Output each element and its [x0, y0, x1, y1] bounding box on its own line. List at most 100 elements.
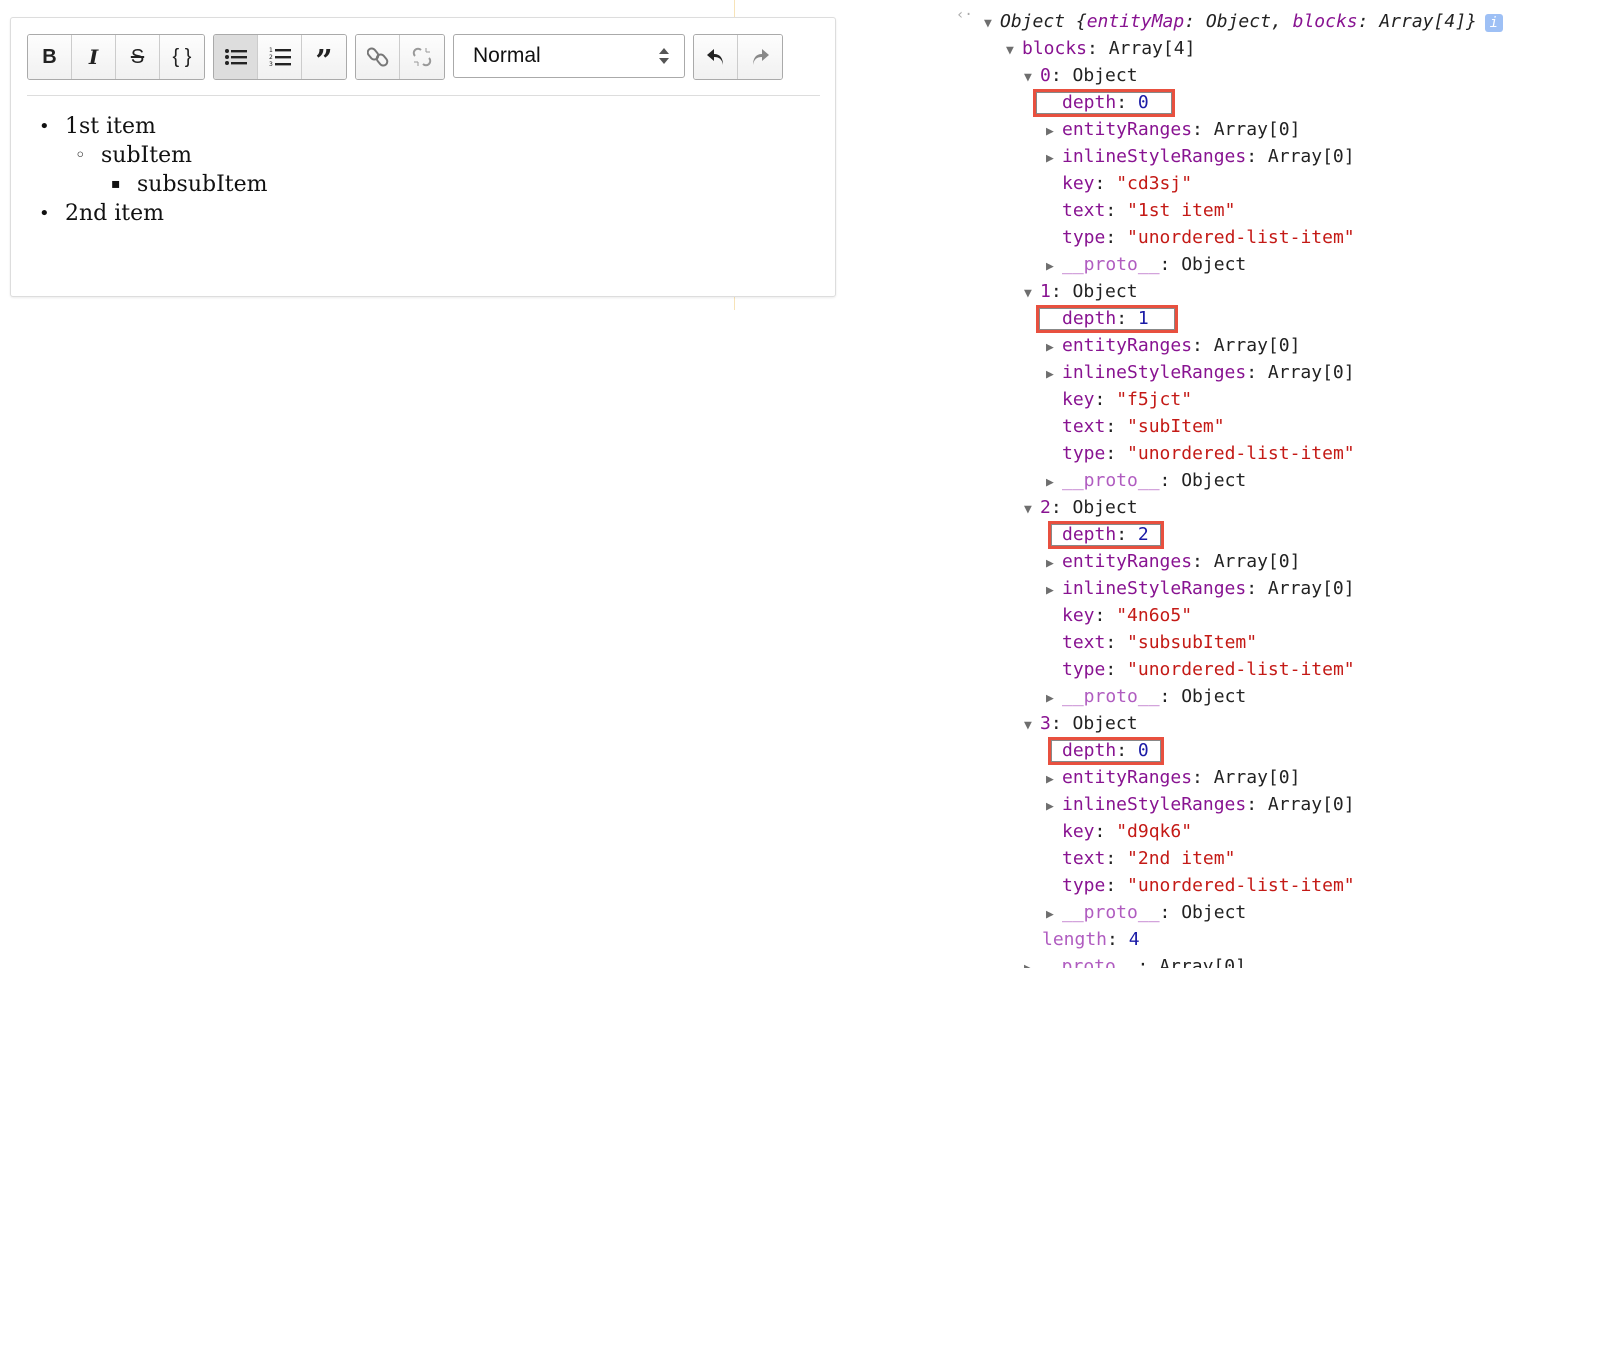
redo-button[interactable] [738, 35, 782, 79]
console-inline-style-ranges: ▶ inlineStyleRanges: Array[0] [1046, 144, 1355, 170]
console-text-row: text: "subsubItem" [1062, 630, 1257, 656]
console-token: 0 [1040, 65, 1051, 86]
collapsed-arrow-icon[interactable]: ▶ [1046, 470, 1062, 496]
console-array-proto-row: ▶__proto__: Array[0] [1024, 954, 1246, 968]
block-type-select[interactable]: Normal [453, 34, 685, 78]
console-token: entityRanges [1062, 119, 1193, 140]
list-item: ◦ subItem [75, 141, 192, 170]
console-token: type [1062, 659, 1106, 680]
console-token: : [1094, 389, 1117, 410]
strikethrough-button[interactable]: S [116, 35, 160, 79]
console-token: text [1062, 416, 1106, 437]
console-key-row: key: "4n6o5" [1062, 603, 1192, 629]
console-token: inlineStyleRanges [1062, 362, 1247, 383]
console-token: entityRanges [1062, 335, 1193, 356]
console-token: : Object [1159, 254, 1247, 275]
console-token: : [1105, 659, 1128, 680]
collapsed-arrow-icon[interactable]: ▶ [1046, 902, 1062, 928]
result-arrow-icon: ‹· [956, 7, 973, 23]
bullet-icon: ◦ [75, 145, 86, 166]
console-token: inlineStyleRanges [1062, 794, 1247, 815]
depth-highlight-box [1033, 89, 1175, 117]
italic-icon: I [88, 45, 99, 69]
console-text-row: text: "1st item" [1062, 198, 1235, 224]
ordered-list-button[interactable]: 123 [258, 35, 302, 79]
collapsed-arrow-icon[interactable]: ▶ [1046, 578, 1062, 604]
console-token: __proto__ [1062, 686, 1160, 707]
collapsed-arrow-icon[interactable]: ▶ [1046, 119, 1062, 145]
bold-icon: B [42, 45, 57, 68]
svg-text:1: 1 [269, 47, 273, 54]
collapsed-arrow-icon[interactable]: ▶ [1024, 956, 1040, 968]
console-key-row: key: "cd3sj" [1062, 171, 1192, 197]
console-token: 4 [1128, 929, 1140, 950]
console-token: "1st item" [1127, 200, 1236, 221]
console-token: : Array[0] [1192, 767, 1301, 788]
expanded-arrow-icon[interactable]: ▼ [1024, 281, 1040, 307]
console-entity-ranges: ▶ entityRanges: Array[0] [1046, 333, 1300, 359]
console-proto-row: ▶ __proto__: Object [1046, 468, 1246, 494]
console-token: "cd3sj" [1116, 173, 1193, 194]
console-token: "subsubItem" [1127, 632, 1258, 653]
collapsed-arrow-icon[interactable]: ▶ [1046, 551, 1062, 577]
console-token: "f5jct" [1116, 389, 1193, 410]
console-token: : Array[0] [1192, 335, 1301, 356]
console-token: length [1042, 929, 1108, 950]
info-icon[interactable]: i [1484, 14, 1503, 32]
unlink-button[interactable] [400, 35, 444, 79]
unordered-list-button[interactable] [214, 35, 258, 79]
console-text-row: text: "subItem" [1062, 414, 1225, 440]
console-token: inlineStyleRanges [1062, 578, 1247, 599]
code-button[interactable]: { } [160, 35, 204, 79]
svg-text:2: 2 [269, 54, 273, 61]
block-type-value: Normal [473, 44, 541, 67]
console-proto-row: ▶ __proto__: Object [1046, 252, 1246, 278]
console-token: : Array[0] [1246, 794, 1355, 815]
expanded-arrow-icon[interactable]: ▼ [1024, 65, 1040, 91]
collapsed-arrow-icon[interactable]: ▶ [1046, 686, 1062, 712]
list-item: • 1st item [39, 112, 156, 141]
collapsed-arrow-icon[interactable]: ▶ [1046, 767, 1062, 793]
expanded-arrow-icon[interactable]: ▼ [1024, 497, 1040, 523]
console-token: : [1107, 929, 1129, 950]
console-token: __proto__ [1062, 254, 1160, 275]
console-inline-style-ranges: ▶ inlineStyleRanges: Array[0] [1046, 792, 1355, 818]
link-button[interactable] [356, 35, 400, 79]
depth-highlight-box [1036, 305, 1178, 333]
console-blocks-array: ▼ blocks: Array[4] [1006, 36, 1195, 62]
ordered-list-icon: 123 [269, 47, 291, 67]
collapsed-arrow-icon[interactable]: ▶ [1046, 335, 1062, 361]
depth-highlight-box [1048, 737, 1164, 765]
expanded-arrow-icon[interactable]: ▼ [1024, 713, 1040, 739]
bold-button[interactable]: B [28, 35, 72, 79]
console-token: "subItem" [1127, 416, 1225, 437]
console-token: "d9qk6" [1116, 821, 1193, 842]
console-token: : Array[0] [1246, 146, 1355, 167]
blockquote-button[interactable]: ” [302, 35, 346, 79]
collapsed-arrow-icon[interactable]: ▶ [1046, 146, 1062, 172]
italic-button[interactable]: I [72, 35, 116, 79]
console-token: __proto__ [1040, 956, 1138, 968]
console-token: 2 [1040, 497, 1051, 518]
collapsed-arrow-icon[interactable]: ▶ [1046, 362, 1062, 388]
console-proto-row: ▶ __proto__: Object [1046, 684, 1246, 710]
console-entity-ranges: ▶ entityRanges: Array[0] [1046, 117, 1300, 143]
expanded-arrow-icon[interactable]: ▼ [984, 11, 1000, 37]
console-type-row: type: "unordered-list-item" [1062, 225, 1355, 251]
console-token: : Array[0] [1192, 551, 1301, 572]
undo-button[interactable] [694, 35, 738, 79]
collapsed-arrow-icon[interactable]: ▶ [1046, 254, 1062, 280]
console-root-object: ▼ Object {entityMap: Object, blocks: Arra… [984, 9, 1503, 35]
console-token: : [1105, 443, 1128, 464]
console-token: "unordered-list-item" [1127, 659, 1355, 680]
console-token: text [1062, 848, 1106, 869]
console-token: inlineStyleRanges [1062, 146, 1247, 167]
list-item: ▪ subsubItem [111, 170, 268, 199]
console-token: : Object [1050, 497, 1138, 518]
console-token: blocks [1022, 38, 1088, 59]
console-token: text [1062, 632, 1106, 653]
console-token: __proto__ [1062, 470, 1160, 491]
collapsed-arrow-icon[interactable]: ▶ [1046, 794, 1062, 820]
console-token: : Array[0] [1246, 362, 1355, 383]
expanded-arrow-icon[interactable]: ▼ [1006, 38, 1022, 64]
